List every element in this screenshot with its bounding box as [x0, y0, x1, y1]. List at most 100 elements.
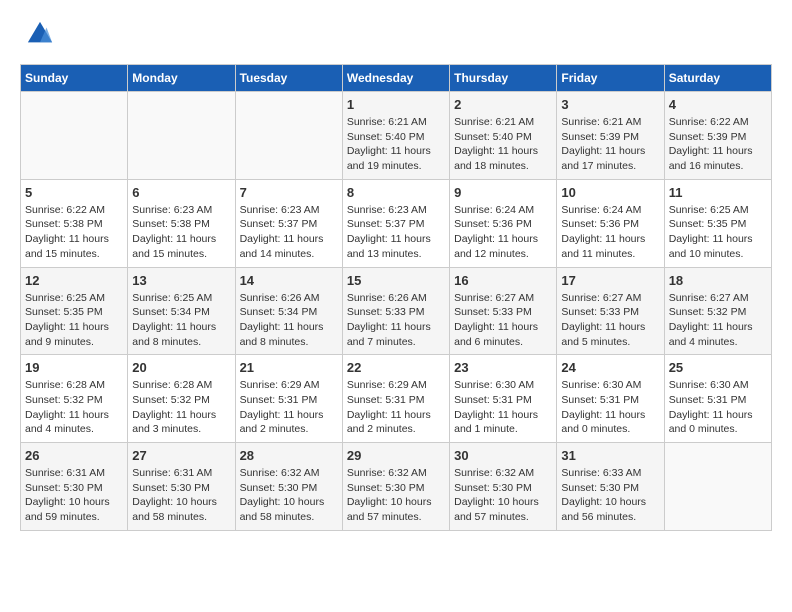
calendar-cell: 5 Sunrise: 6:22 AM Sunset: 5:38 PM Daylig… — [21, 179, 128, 267]
calendar-cell: 9 Sunrise: 6:24 AM Sunset: 5:36 PM Daylig… — [450, 179, 557, 267]
day-info: Sunrise: 6:28 AM Sunset: 5:32 PM Dayligh… — [132, 378, 230, 437]
calendar-cell — [128, 92, 235, 180]
day-number: 30 — [454, 448, 552, 463]
day-info: Sunrise: 6:27 AM Sunset: 5:33 PM Dayligh… — [561, 291, 659, 350]
day-number: 27 — [132, 448, 230, 463]
day-number: 20 — [132, 360, 230, 375]
day-number: 8 — [347, 185, 445, 200]
calendar-cell: 15 Sunrise: 6:26 AM Sunset: 5:33 PM Dayli… — [342, 267, 449, 355]
calendar-cell: 21 Sunrise: 6:29 AM Sunset: 5:31 PM Dayli… — [235, 355, 342, 443]
calendar-cell: 23Sunrise: 6:30 AM Sunset: 5:31 PM Dayli… — [450, 355, 557, 443]
calendar-cell: 19 Sunrise: 6:28 AM Sunset: 5:32 PM Dayli… — [21, 355, 128, 443]
calendar-cell: 28 Sunrise: 6:32 AM Sunset: 5:30 PM Dayli… — [235, 443, 342, 531]
day-number: 18 — [669, 273, 767, 288]
day-info: Sunrise: 6:25 AM Sunset: 5:35 PM Dayligh… — [25, 291, 123, 350]
day-of-week-header: Tuesday — [235, 65, 342, 92]
day-info: Sunrise: 6:23 AM Sunset: 5:38 PM Dayligh… — [132, 203, 230, 262]
calendar-cell: 24 Sunrise: 6:30 AM Sunset: 5:31 PM Dayli… — [557, 355, 664, 443]
day-number: 4 — [669, 97, 767, 112]
day-info: Sunrise: 6:23 AM Sunset: 5:37 PM Dayligh… — [347, 203, 445, 262]
calendar-cell: 3 Sunrise: 6:21 AM Sunset: 5:39 PM Daylig… — [557, 92, 664, 180]
calendar-cell: 29 Sunrise: 6:32 AM Sunset: 5:30 PM Dayli… — [342, 443, 449, 531]
day-info: Sunrise: 6:21 AM Sunset: 5:40 PM Dayligh… — [347, 115, 445, 174]
day-number: 21 — [240, 360, 338, 375]
day-number: 2 — [454, 97, 552, 112]
day-info: Sunrise: 6:22 AM Sunset: 5:38 PM Dayligh… — [25, 203, 123, 262]
day-number: 15 — [347, 273, 445, 288]
day-number: 14 — [240, 273, 338, 288]
day-info: Sunrise: 6:28 AM Sunset: 5:32 PM Dayligh… — [25, 378, 123, 437]
day-number: 17 — [561, 273, 659, 288]
day-number: 23 — [454, 360, 552, 375]
logo-icon — [26, 20, 54, 48]
day-number: 22 — [347, 360, 445, 375]
day-number: 19 — [25, 360, 123, 375]
calendar-cell: 30 Sunrise: 6:32 AM Sunset: 5:30 PM Dayli… — [450, 443, 557, 531]
day-info: Sunrise: 6:25 AM Sunset: 5:34 PM Dayligh… — [132, 291, 230, 350]
calendar-cell: 31 Sunrise: 6:33 AM Sunset: 5:30 PM Dayli… — [557, 443, 664, 531]
calendar-cell: 1Sunrise: 6:21 AM Sunset: 5:40 PM Daylig… — [342, 92, 449, 180]
calendar-cell: 17 Sunrise: 6:27 AM Sunset: 5:33 PM Dayli… — [557, 267, 664, 355]
day-info: Sunrise: 6:27 AM Sunset: 5:33 PM Dayligh… — [454, 291, 552, 350]
day-info: Sunrise: 6:29 AM Sunset: 5:31 PM Dayligh… — [347, 378, 445, 437]
calendar-cell: 16Sunrise: 6:27 AM Sunset: 5:33 PM Dayli… — [450, 267, 557, 355]
calendar-cell: 2Sunrise: 6:21 AM Sunset: 5:40 PM Daylig… — [450, 92, 557, 180]
calendar-cell: 22 Sunrise: 6:29 AM Sunset: 5:31 PM Dayli… — [342, 355, 449, 443]
day-info: Sunrise: 6:27 AM Sunset: 5:32 PM Dayligh… — [669, 291, 767, 350]
day-of-week-header: Friday — [557, 65, 664, 92]
calendar-cell: 6 Sunrise: 6:23 AM Sunset: 5:38 PM Daylig… — [128, 179, 235, 267]
day-info: Sunrise: 6:26 AM Sunset: 5:33 PM Dayligh… — [347, 291, 445, 350]
calendar-cell: 26 Sunrise: 6:31 AM Sunset: 5:30 PM Dayli… — [21, 443, 128, 531]
day-info: Sunrise: 6:23 AM Sunset: 5:37 PM Dayligh… — [240, 203, 338, 262]
day-number: 31 — [561, 448, 659, 463]
day-number: 26 — [25, 448, 123, 463]
day-info: Sunrise: 6:33 AM Sunset: 5:30 PM Dayligh… — [561, 466, 659, 525]
day-info: Sunrise: 6:21 AM Sunset: 5:39 PM Dayligh… — [561, 115, 659, 174]
day-info: Sunrise: 6:32 AM Sunset: 5:30 PM Dayligh… — [347, 466, 445, 525]
day-number: 7 — [240, 185, 338, 200]
calendar-cell: 14 Sunrise: 6:26 AM Sunset: 5:34 PM Dayli… — [235, 267, 342, 355]
day-of-week-header: Saturday — [664, 65, 771, 92]
day-info: Sunrise: 6:32 AM Sunset: 5:30 PM Dayligh… — [454, 466, 552, 525]
calendar-week-row: 26 Sunrise: 6:31 AM Sunset: 5:30 PM Dayli… — [21, 443, 772, 531]
calendar-cell: 20 Sunrise: 6:28 AM Sunset: 5:32 PM Dayli… — [128, 355, 235, 443]
calendar-cell: 18 Sunrise: 6:27 AM Sunset: 5:32 PM Dayli… — [664, 267, 771, 355]
day-of-week-header: Sunday — [21, 65, 128, 92]
day-info: Sunrise: 6:31 AM Sunset: 5:30 PM Dayligh… — [25, 466, 123, 525]
day-info: Sunrise: 6:26 AM Sunset: 5:34 PM Dayligh… — [240, 291, 338, 350]
day-number: 6 — [132, 185, 230, 200]
calendar-week-row: 12 Sunrise: 6:25 AM Sunset: 5:35 PM Dayli… — [21, 267, 772, 355]
calendar-week-row: 19 Sunrise: 6:28 AM Sunset: 5:32 PM Dayli… — [21, 355, 772, 443]
calendar-table: SundayMondayTuesdayWednesdayThursdayFrid… — [20, 64, 772, 531]
calendar-cell: 12 Sunrise: 6:25 AM Sunset: 5:35 PM Dayli… — [21, 267, 128, 355]
calendar-cell: 13 Sunrise: 6:25 AM Sunset: 5:34 PM Dayli… — [128, 267, 235, 355]
day-number: 24 — [561, 360, 659, 375]
logo — [20, 20, 54, 48]
calendar-cell: 4Sunrise: 6:22 AM Sunset: 5:39 PM Daylig… — [664, 92, 771, 180]
day-info: Sunrise: 6:25 AM Sunset: 5:35 PM Dayligh… — [669, 203, 767, 262]
calendar-cell: 11Sunrise: 6:25 AM Sunset: 5:35 PM Dayli… — [664, 179, 771, 267]
calendar-cell: 8 Sunrise: 6:23 AM Sunset: 5:37 PM Daylig… — [342, 179, 449, 267]
day-number: 29 — [347, 448, 445, 463]
page-header — [20, 20, 772, 48]
day-info: Sunrise: 6:30 AM Sunset: 5:31 PM Dayligh… — [669, 378, 767, 437]
calendar-cell — [664, 443, 771, 531]
calendar-header-row: SundayMondayTuesdayWednesdayThursdayFrid… — [21, 65, 772, 92]
day-info: Sunrise: 6:29 AM Sunset: 5:31 PM Dayligh… — [240, 378, 338, 437]
day-info: Sunrise: 6:24 AM Sunset: 5:36 PM Dayligh… — [454, 203, 552, 262]
day-number: 12 — [25, 273, 123, 288]
day-number: 5 — [25, 185, 123, 200]
calendar-cell — [21, 92, 128, 180]
calendar-cell — [235, 92, 342, 180]
day-of-week-header: Thursday — [450, 65, 557, 92]
day-number: 10 — [561, 185, 659, 200]
day-info: Sunrise: 6:30 AM Sunset: 5:31 PM Dayligh… — [561, 378, 659, 437]
day-number: 13 — [132, 273, 230, 288]
calendar-week-row: 5 Sunrise: 6:22 AM Sunset: 5:38 PM Daylig… — [21, 179, 772, 267]
day-number: 28 — [240, 448, 338, 463]
day-number: 3 — [561, 97, 659, 112]
calendar-cell: 10Sunrise: 6:24 AM Sunset: 5:36 PM Dayli… — [557, 179, 664, 267]
day-number: 9 — [454, 185, 552, 200]
day-info: Sunrise: 6:32 AM Sunset: 5:30 PM Dayligh… — [240, 466, 338, 525]
day-number: 25 — [669, 360, 767, 375]
